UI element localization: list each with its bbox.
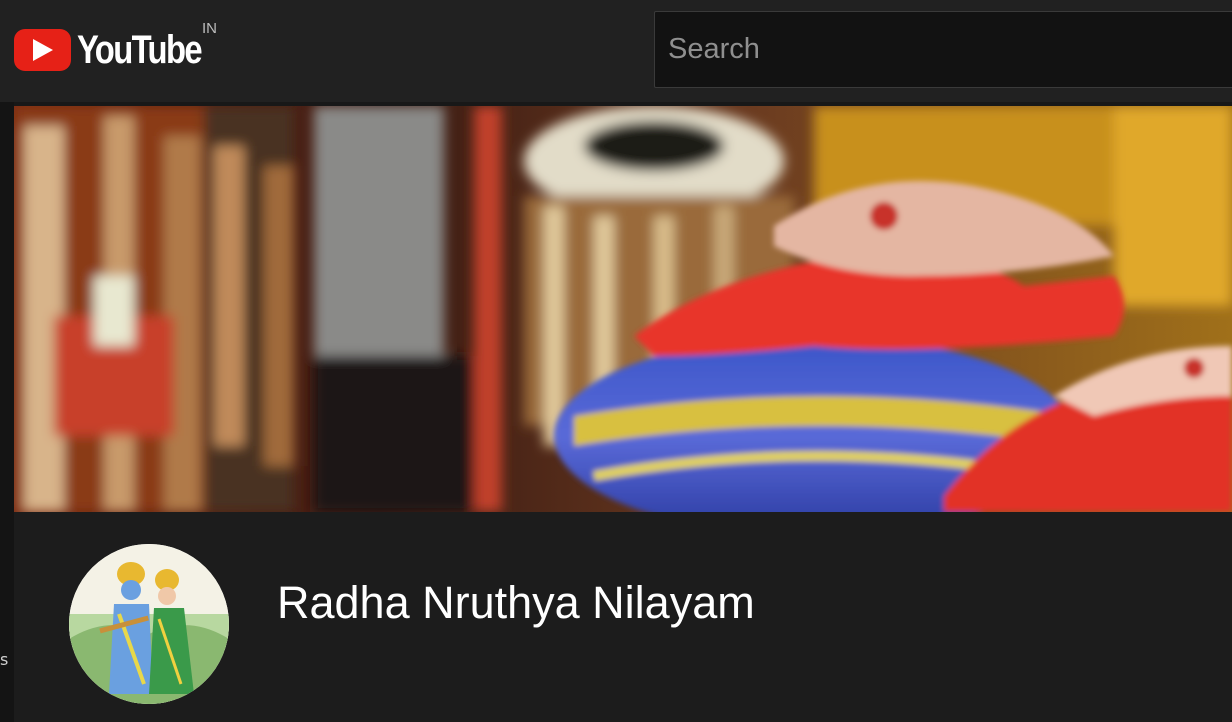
- channel-banner: [14, 106, 1232, 512]
- channel-avatar[interactable]: [69, 544, 229, 704]
- region-code: IN: [202, 20, 217, 37]
- channel-name: Radha Nruthya Nilayam: [277, 577, 755, 628]
- left-edge-strip: s: [0, 0, 14, 722]
- logo-wordmark: YouTube: [77, 28, 203, 72]
- banner-image: [14, 106, 1232, 512]
- search-input[interactable]: [654, 11, 1232, 88]
- masthead: YouTube IN: [0, 0, 1232, 102]
- avatar-icon: [69, 544, 229, 704]
- left-edge-partial-text: s: [0, 650, 9, 669]
- channel-header: Radha Nruthya Nilayam: [14, 512, 1232, 722]
- play-icon: [14, 29, 71, 71]
- youtube-logo[interactable]: YouTube: [14, 28, 228, 72]
